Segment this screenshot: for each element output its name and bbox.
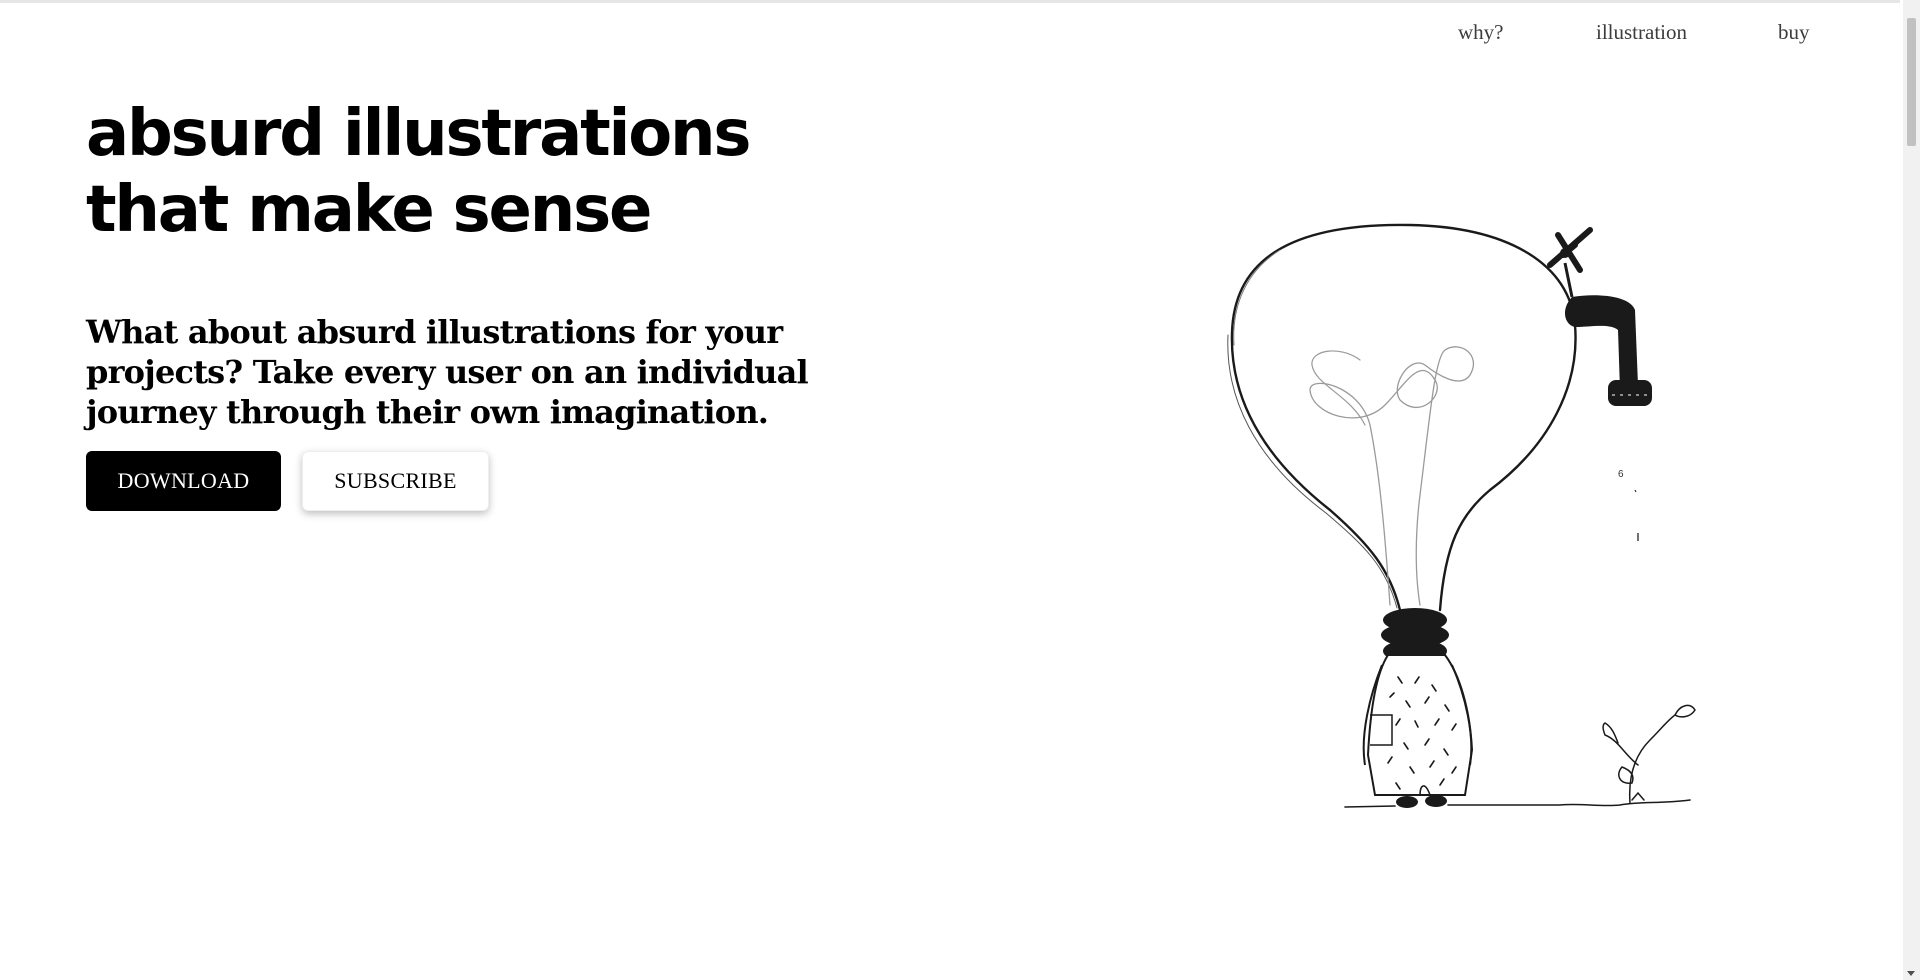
scroll-down-arrow-icon[interactable] [1907, 971, 1915, 976]
lightbulb-person-illustration: 6 [1220, 215, 1700, 815]
page-scrollbar[interactable] [1903, 0, 1920, 980]
faucet-icon: 6 [1547, 227, 1652, 541]
nav-link-buy[interactable]: buy [1778, 20, 1810, 45]
scrollbar-thumb[interactable] [1907, 18, 1916, 146]
person-figure-icon [1362, 654, 1474, 808]
hero-subtitle: What about absurd illustrations for your… [86, 313, 809, 431]
hero-title: absurd illustrations that make sense [86, 97, 751, 247]
top-border [0, 0, 1900, 3]
nav-link-illustration[interactable]: illustration [1596, 20, 1687, 45]
svg-text:6: 6 [1618, 469, 1624, 480]
plant-sprout-icon [1602, 704, 1696, 804]
download-button[interactable]: DOWNLOAD [86, 451, 281, 511]
top-navigation: why? illustration buy [0, 20, 1920, 60]
subscribe-button[interactable]: SUBSCRIBE [302, 451, 489, 511]
nav-link-why[interactable]: why? [1458, 20, 1504, 45]
